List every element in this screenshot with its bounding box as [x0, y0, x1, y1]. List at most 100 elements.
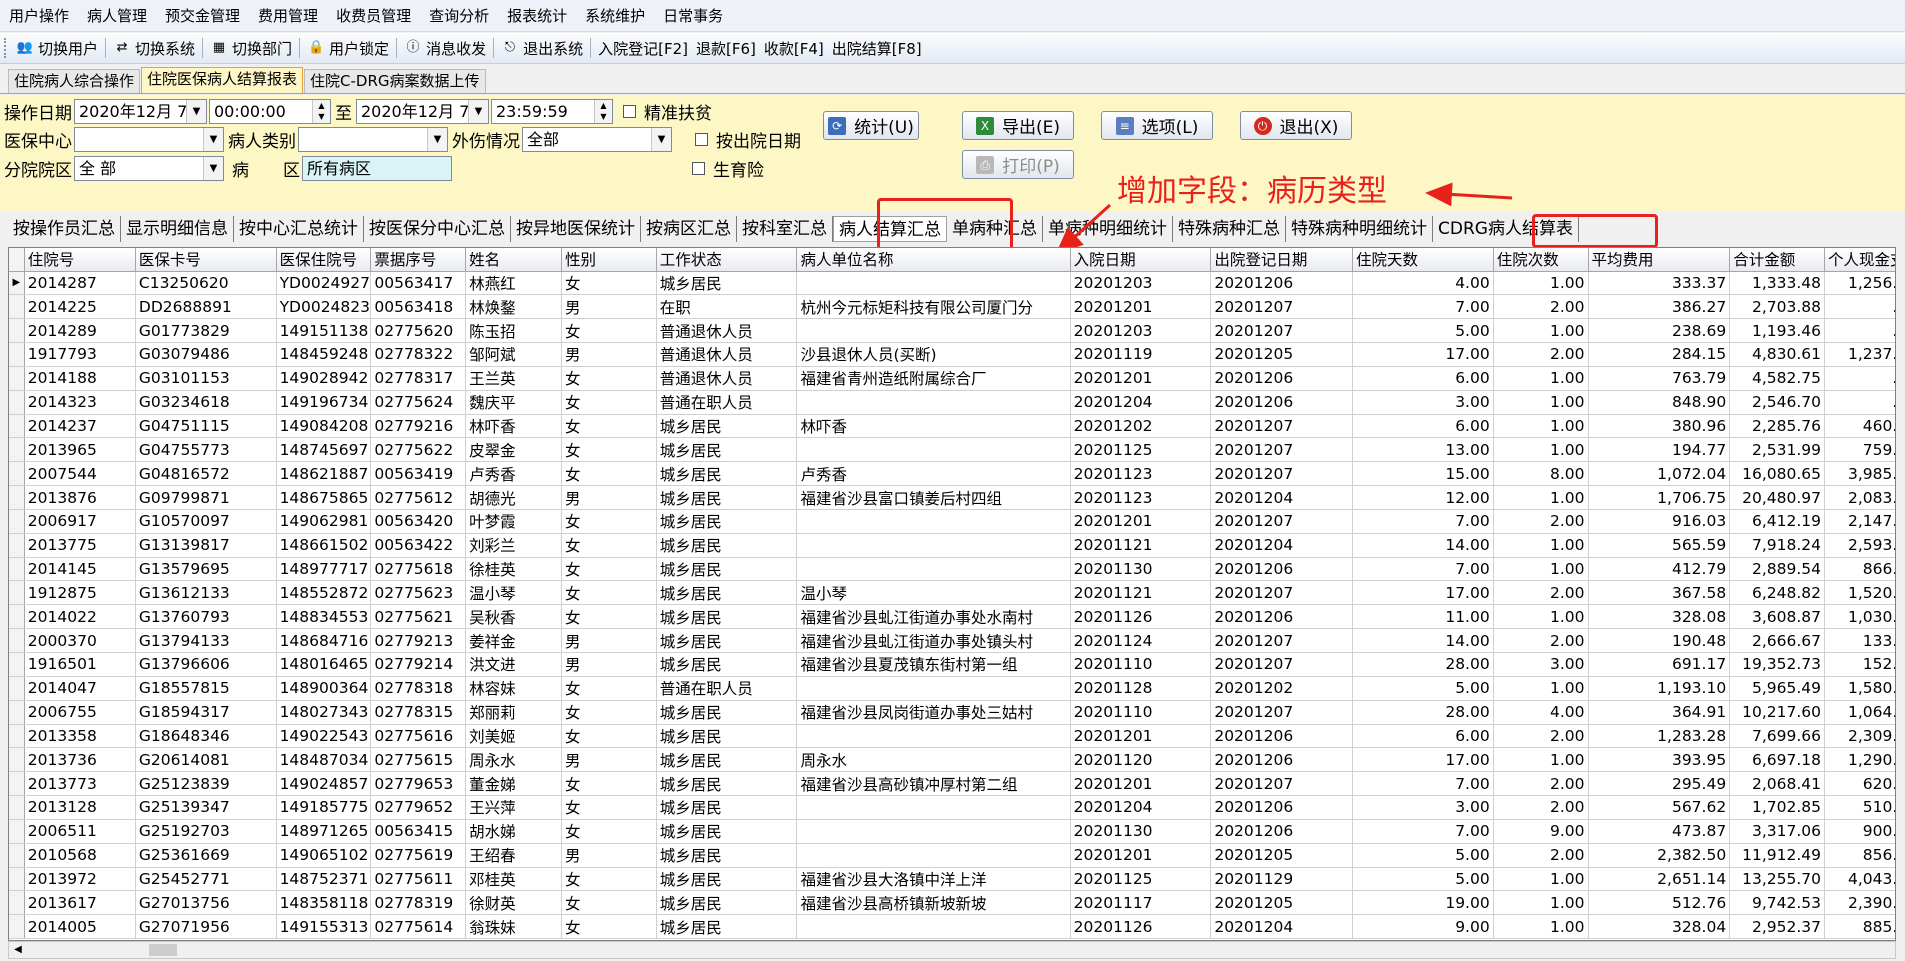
- table-cell[interactable]: 20201128: [1070, 676, 1212, 701]
- table-row[interactable]: 2010568 G25361669 149065102 02775619 王绍春男城乡居…: [9, 843, 1895, 868]
- table-cell[interactable]: 15.00: [1352, 461, 1494, 487]
- toolbar-button-6[interactable]: 入院登记[F2]: [594, 35, 692, 61]
- table-cell[interactable]: 皮翠金: [465, 437, 562, 463]
- table-cell[interactable]: 5.00: [1352, 867, 1494, 892]
- table-cell[interactable]: 565.59: [1588, 533, 1731, 558]
- table-cell[interactable]: 7,918.24: [1729, 533, 1825, 558]
- table-cell[interactable]: 20,480.97: [1729, 485, 1825, 510]
- table-cell[interactable]: 148016465: [276, 652, 372, 677]
- table-cell[interactable]: 1.00: [1493, 557, 1589, 582]
- table-cell[interactable]: 3.00: [1352, 795, 1494, 820]
- table-cell[interactable]: 2013972: [24, 867, 136, 892]
- table-row[interactable]: 2006755 G18594317 148027343 02778315 郑丽莉女城乡居…: [9, 700, 1895, 725]
- table-cell[interactable]: 1,072.04: [1588, 461, 1731, 487]
- table-cell[interactable]: 20201203: [1070, 318, 1212, 344]
- table-cell[interactable]: G25192703: [135, 819, 277, 844]
- row-indicator[interactable]: [9, 914, 25, 940]
- table-cell[interactable]: 城乡居民: [656, 509, 798, 534]
- table-cell[interactable]: 02778322: [370, 342, 467, 367]
- table-cell[interactable]: 916.03: [1588, 509, 1731, 534]
- table-cell[interactable]: 1,702.85: [1729, 795, 1825, 820]
- table-cell[interactable]: 2.00: [1493, 342, 1589, 367]
- start-date-picker[interactable]: 2020年12月 7日 ▼: [74, 98, 207, 124]
- table-cell[interactable]: 女: [561, 390, 657, 415]
- table-cell[interactable]: 380.96: [1588, 414, 1731, 439]
- report-tab-6[interactable]: 按科室汇总: [737, 216, 833, 242]
- table-cell[interactable]: 13.00: [1352, 437, 1494, 463]
- table-cell[interactable]: 295.49: [1588, 771, 1731, 797]
- table-cell[interactable]: 20201202: [1210, 676, 1354, 701]
- table-cell[interactable]: 1.00: [1493, 414, 1589, 439]
- table-cell[interactable]: 1.00: [1493, 271, 1589, 296]
- column-header-14[interactable]: 个人现金支: [1824, 248, 1895, 272]
- table-cell[interactable]: G13760793: [135, 604, 277, 630]
- table-cell[interactable]: 20201126: [1070, 604, 1212, 630]
- table-cell[interactable]: 02775614: [370, 914, 467, 940]
- report-tab-1[interactable]: 显示明细信息: [121, 216, 234, 242]
- table-cell[interactable]: 02775612: [370, 485, 467, 510]
- table-cell[interactable]: 20201130: [1070, 819, 1212, 844]
- table-cell[interactable]: 20201121: [1070, 580, 1212, 606]
- report-tab-5[interactable]: 按病区汇总: [641, 216, 737, 242]
- table-row[interactable]: 2014022 G13760793 148834553 02775621 吴秋香女城乡居…: [9, 604, 1895, 630]
- table-cell[interactable]: 城乡居民: [656, 867, 798, 892]
- table-cell[interactable]: C13250620: [135, 271, 277, 296]
- table-cell[interactable]: 3,985.28: [1824, 461, 1895, 487]
- table-cell[interactable]: 1,193.10: [1588, 676, 1731, 701]
- table-cell[interactable]: 17.00: [1352, 580, 1494, 606]
- table-cell[interactable]: 9,742.53: [1729, 890, 1825, 916]
- table-cell[interactable]: 02775624: [370, 390, 467, 415]
- table-cell[interactable]: 00563418: [370, 294, 467, 320]
- table-cell[interactable]: 1.00: [1493, 390, 1589, 415]
- table-cell[interactable]: 城乡居民: [656, 533, 798, 558]
- end-time-input[interactable]: 23:59:59 ▲ ▼: [491, 98, 613, 124]
- table-cell[interactable]: 温小琴: [796, 580, 1071, 606]
- table-cell[interactable]: 2014188: [24, 366, 136, 391]
- table-cell[interactable]: 885.71: [1824, 914, 1895, 940]
- table-cell[interactable]: G27071956: [135, 914, 277, 940]
- table-cell[interactable]: 148459248: [276, 342, 372, 367]
- table-cell[interactable]: 6.00: [1352, 724, 1494, 749]
- table-cell[interactable]: 城乡居民: [656, 437, 798, 463]
- table-cell[interactable]: 1,256.54: [1824, 271, 1895, 296]
- table-cell[interactable]: 149151138: [276, 318, 372, 344]
- table-cell[interactable]: 魏庆平: [465, 390, 562, 415]
- table-cell[interactable]: 1912875: [24, 580, 136, 606]
- table-cell[interactable]: [796, 437, 1071, 463]
- table-cell[interactable]: 2006755: [24, 700, 136, 725]
- table-cell[interactable]: 4.00: [1352, 271, 1494, 296]
- table-cell[interactable]: G25361669: [135, 843, 277, 868]
- table-cell[interactable]: [796, 318, 1071, 344]
- spinner-icon[interactable]: ▲ ▼: [594, 99, 612, 123]
- spinner-icon[interactable]: ▲ ▼: [312, 99, 330, 123]
- table-cell[interactable]: 148487034: [276, 747, 372, 773]
- report-tab-3[interactable]: 按医保分中心汇总: [364, 216, 511, 242]
- table-row[interactable]: 2014323 G03234618 149196734 02775624 魏庆平女普通在…: [9, 390, 1895, 415]
- report-tab-11[interactable]: 特殊病种明细统计: [1286, 216, 1433, 242]
- table-cell[interactable]: 城乡居民: [656, 819, 798, 844]
- table-row[interactable]: 2014005 G27071956 149155313 02775614 翁珠妹女城乡居…: [9, 914, 1895, 940]
- table-cell[interactable]: 女: [561, 819, 657, 844]
- table-cell[interactable]: 女: [561, 914, 657, 940]
- table-cell[interactable]: 3.00: [1493, 652, 1589, 677]
- table-cell[interactable]: 城乡居民: [656, 628, 798, 653]
- table-cell[interactable]: 20201204: [1070, 795, 1212, 820]
- table-cell[interactable]: 城乡居民: [656, 914, 798, 940]
- table-cell[interactable]: 男: [561, 747, 657, 773]
- report-tab-9[interactable]: 单病种明细统计: [1043, 216, 1173, 242]
- table-cell[interactable]: 20201130: [1070, 557, 1212, 582]
- table-cell[interactable]: 02775619: [370, 843, 467, 868]
- ward-input[interactable]: 所有病区: [302, 155, 452, 181]
- table-cell[interactable]: 7.00: [1352, 294, 1494, 320]
- table-cell[interactable]: 2013965: [24, 437, 136, 463]
- table-cell[interactable]: 1,064.96: [1824, 700, 1895, 725]
- table-cell[interactable]: 148684716: [276, 628, 372, 653]
- table-cell[interactable]: 城乡居民: [656, 747, 798, 773]
- table-cell[interactable]: 20201125: [1070, 867, 1212, 892]
- table-cell[interactable]: 1.00: [1493, 485, 1589, 510]
- table-cell[interactable]: 女: [561, 271, 657, 296]
- table-cell[interactable]: 149065102: [276, 843, 372, 868]
- table-cell[interactable]: 女: [561, 890, 657, 916]
- table-cell[interactable]: G25123839: [135, 771, 277, 797]
- menu-item-7[interactable]: 系统维护: [576, 0, 654, 32]
